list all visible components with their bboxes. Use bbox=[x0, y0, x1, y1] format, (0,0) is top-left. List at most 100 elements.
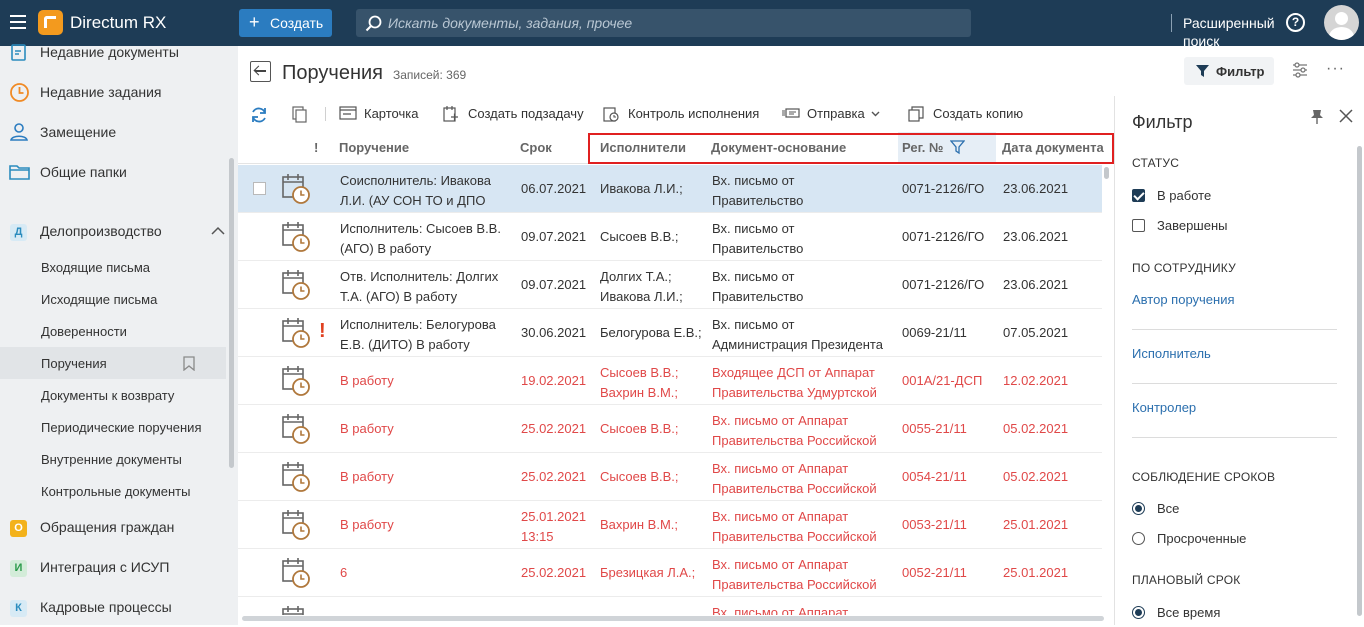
cell-line: Вх. письмо от bbox=[712, 269, 795, 284]
filter-button[interactable]: Фильтр bbox=[1184, 57, 1274, 85]
radio-label: Все время bbox=[1157, 605, 1221, 620]
cell-doc-date: 25.01.2021 bbox=[1003, 517, 1069, 532]
more-icon[interactable]: ··· bbox=[1326, 60, 1345, 78]
controller-link[interactable]: Контролер bbox=[1132, 400, 1196, 415]
user-icon bbox=[10, 123, 28, 141]
cell-performers: Сысоев В.В.; Вахрин В.М.; bbox=[600, 363, 708, 403]
table-row[interactable]: ! Исполнитель: Белогурова Е.В. (ДИТО) В ра… bbox=[238, 309, 1102, 357]
bookmark-icon[interactable] bbox=[183, 356, 195, 371]
cell-line: (АГО) В работу bbox=[340, 241, 432, 256]
refresh-icon bbox=[252, 107, 266, 123]
sidebar-item-label: Документы к возврату bbox=[41, 388, 175, 403]
author-link[interactable]: Автор поручения bbox=[1132, 292, 1235, 307]
cell-base-doc: Вх. письмо от Правительство bbox=[712, 267, 897, 307]
column-header-task[interactable]: Поручение bbox=[339, 132, 409, 164]
sidebar-item-label: Входящие письма bbox=[41, 260, 150, 275]
copy-list-icon bbox=[292, 106, 307, 123]
cell-base-doc: Вх. письмо от Аппарат Правительства Росси… bbox=[712, 555, 897, 595]
cell-line: 25.02.2021 bbox=[521, 469, 587, 484]
search-icon bbox=[365, 15, 382, 32]
cell-reg-no: 0055-21/11 bbox=[902, 421, 967, 436]
cell-deadline: 25.02.2021 bbox=[521, 467, 597, 487]
cell-reg-no: 0071-2126/ГО bbox=[902, 229, 985, 244]
advanced-search-link[interactable]: Расширенный поиск bbox=[1171, 14, 1275, 49]
row-checkbox[interactable] bbox=[253, 182, 266, 195]
sidebar-item-documents-to-return[interactable]: Документы к возврату bbox=[0, 379, 226, 411]
filter-panel-scrollbar[interactable] bbox=[1357, 146, 1362, 616]
checkbox-checked bbox=[1132, 189, 1145, 202]
sidebar-item-label: Периодические поручения bbox=[41, 420, 202, 435]
table-row[interactable]: В работу 25.02.2021 Сысоев В.В.; Вх. письмо… bbox=[238, 453, 1102, 501]
sidebar-section-isup-integration[interactable]: И Интеграция с ИСУП bbox=[0, 547, 226, 587]
cell-line: Брезицкая Л.А.; bbox=[600, 565, 696, 580]
radio-unselected bbox=[1132, 532, 1145, 545]
table-row[interactable]: 6 25.02.2021 Брезицкая Л.А.; Вх. письмо от … bbox=[238, 549, 1102, 597]
table-row[interactable]: Отв. Исполнитель: Долгих Т.А. (АГО) В раб… bbox=[238, 261, 1102, 309]
sidebar-item-assignments[interactable]: Поручения bbox=[0, 347, 226, 379]
cell-line: 06.07.2021 bbox=[521, 181, 587, 196]
sidebar-item-powers-of-attorney[interactable]: Доверенности bbox=[0, 315, 226, 347]
section-label: Обращения граждан bbox=[40, 519, 175, 535]
sidebar-item-recent-tasks[interactable]: Недавние задания bbox=[0, 72, 226, 112]
menu-icon[interactable] bbox=[10, 15, 26, 29]
search-input[interactable] bbox=[388, 14, 808, 32]
grid-vertical-scrollbar[interactable] bbox=[1104, 167, 1109, 179]
sidebar-item-recent-documents[interactable]: Недавние документы bbox=[0, 32, 226, 72]
filter-panel: Фильтр СТАТУС В работе Завершены ПО СОТР… bbox=[1114, 96, 1364, 625]
sidebar-item-periodic-assignments[interactable]: Периодические поручения bbox=[0, 411, 226, 443]
performer-link[interactable]: Исполнитель bbox=[1132, 346, 1211, 361]
table-row[interactable]: Соисполнитель: Ивакова Л.И. (АУ СОН ТО и … bbox=[238, 165, 1102, 213]
close-icon[interactable] bbox=[1338, 108, 1354, 124]
sidebar-section-citizen-appeals[interactable]: О Обращения граждан bbox=[0, 507, 226, 547]
radio-label: Просроченные bbox=[1157, 531, 1247, 546]
sidebar-item-internal-documents[interactable]: Внутренние документы bbox=[0, 443, 226, 475]
column-header-importance[interactable]: ! bbox=[314, 132, 318, 164]
cell-line: Исполнитель: Сысоев В.В. bbox=[340, 221, 501, 236]
sidebar-item-shared-folders[interactable]: Общие папки bbox=[0, 152, 226, 192]
help-icon[interactable]: ? bbox=[1286, 13, 1305, 32]
toolbar-button-label: Контроль исполнения bbox=[628, 106, 760, 121]
documents-icon bbox=[11, 44, 26, 61]
cell-performers: Вахрин В.М.; bbox=[600, 515, 708, 535]
pin-icon[interactable] bbox=[1310, 109, 1324, 125]
cell-doc-date: 05.02.2021 bbox=[1003, 469, 1069, 484]
table-row[interactable]: В работу 25.02.2021 Сысоев В.В.; Вх. письмо… bbox=[238, 405, 1102, 453]
sidebar-section-records-management[interactable]: Д Делопроизводство bbox=[0, 211, 226, 251]
cell-task: 6 bbox=[340, 563, 515, 583]
create-button[interactable]: + Создать bbox=[239, 9, 332, 37]
back-button[interactable] bbox=[250, 61, 271, 82]
cell-line: 30.06.2021 bbox=[521, 325, 587, 340]
sidebar-item-incoming-letters[interactable]: Входящие письма bbox=[0, 251, 226, 283]
sidebar-section-hr-processes[interactable]: К Кадровые процессы bbox=[0, 587, 226, 627]
section-badge: И bbox=[10, 560, 27, 577]
cell-reg-no: 0071-2126/ГО bbox=[902, 181, 985, 196]
highlight-box bbox=[588, 133, 1114, 164]
cell-line: Правительство bbox=[712, 241, 804, 256]
cell-line: 25.01.2021 bbox=[521, 509, 587, 524]
cell-doc-date: 23.06.2021 bbox=[1003, 181, 1069, 196]
sidebar-item-label: Поручения bbox=[41, 356, 107, 371]
cell-line: Вх. письмо от Аппарат bbox=[712, 413, 849, 428]
table-row[interactable]: Исполнитель: Сысоев В.В. (АГО) В работу 09… bbox=[238, 213, 1102, 261]
sidebar-scrollbar[interactable] bbox=[229, 158, 234, 468]
sidebar-item-outgoing-letters[interactable]: Исходящие письма bbox=[0, 283, 226, 315]
clock-icon bbox=[10, 83, 29, 102]
table-row[interactable]: В работу 19.02.2021 Сысоев В.В.; Вахрин В.М… bbox=[238, 357, 1102, 405]
settings-sliders-icon[interactable] bbox=[1292, 62, 1308, 78]
chevron-up-icon[interactable] bbox=[211, 226, 225, 235]
grid-horizontal-scrollbar[interactable] bbox=[242, 616, 1104, 621]
cell-deadline: 19.02.2021 bbox=[521, 371, 597, 391]
sidebar-item-substitution[interactable]: Замещение bbox=[0, 112, 226, 152]
table-row[interactable]: В работу 25.01.2021 13:15 Вахрин В.М.; Вх. п… bbox=[238, 501, 1102, 549]
avatar[interactable] bbox=[1324, 5, 1359, 40]
cell-task: В работу bbox=[340, 419, 515, 439]
table-row[interactable]: Вх. письмо от Аппарат bbox=[238, 597, 1102, 615]
section-label: Делопроизводство bbox=[40, 223, 162, 239]
sidebar-item-control-documents[interactable]: Контрольные документы bbox=[0, 475, 226, 507]
column-header-deadline[interactable]: Срок bbox=[520, 132, 552, 164]
toolbar-button-label: Создать копию bbox=[933, 106, 1024, 121]
cell-line: Вх. письмо от Аппарат bbox=[712, 509, 849, 524]
assignment-calendar-icon bbox=[281, 269, 311, 304]
cell-deadline: 25.02.2021 bbox=[521, 419, 597, 439]
sidebar-item-label: Внутренние документы bbox=[41, 452, 182, 467]
